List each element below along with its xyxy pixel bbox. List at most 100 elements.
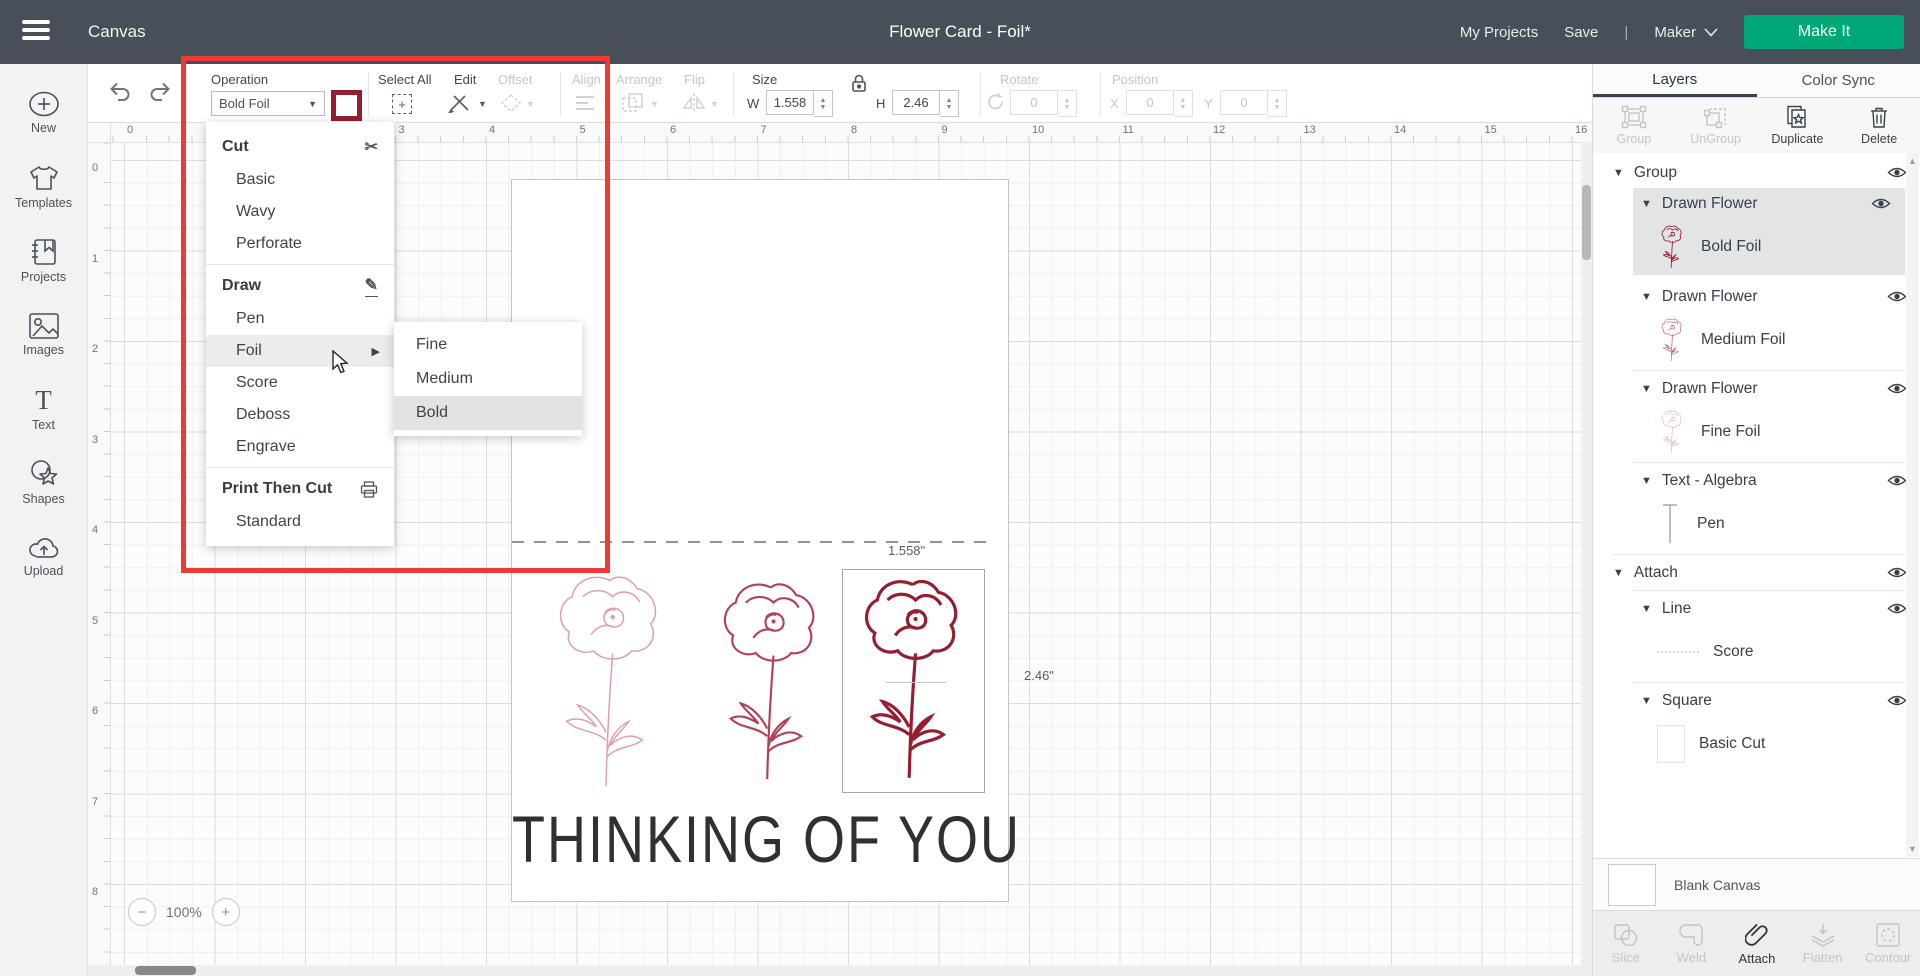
- collapse-caret-icon[interactable]: ▼: [1641, 603, 1652, 615]
- undo-icon[interactable]: [106, 79, 134, 103]
- menu-item-basic[interactable]: Basic: [206, 164, 394, 196]
- layer-line-row[interactable]: ▼ Line: [1593, 593, 1920, 624]
- layer-group-row[interactable]: ▼ Group: [1593, 157, 1920, 188]
- sidebar-item-projects[interactable]: Projects: [0, 224, 88, 298]
- sidebar-item-label: Projects: [21, 270, 66, 284]
- sidebar-item-text[interactable]: T Text: [0, 372, 88, 446]
- header: Canvas Flower Card - Foil* My Projects S…: [0, 0, 1920, 64]
- ruler-left: 012345678: [88, 122, 111, 976]
- layer-drawn-flower-row[interactable]: ▼ Drawn Flower: [1593, 373, 1920, 404]
- layer-item-basic-cut[interactable]: Basic Cut: [1593, 716, 1920, 772]
- edit-icon[interactable]: [448, 93, 474, 113]
- color-swatch[interactable]: [331, 90, 362, 121]
- machine-selector[interactable]: Maker: [1654, 24, 1718, 41]
- layer-item-score[interactable]: Score: [1593, 624, 1920, 680]
- flower-medium-foil[interactable]: [708, 567, 834, 797]
- layer-drawn-flower-row[interactable]: ▼ Drawn Flower: [1633, 188, 1905, 219]
- vertical-scrollbar[interactable]: [1581, 142, 1592, 965]
- sidebar-item-images[interactable]: Images: [0, 298, 88, 372]
- select-all-icon[interactable]: +: [392, 94, 412, 114]
- menu-item-foil[interactable]: Foil ▶: [206, 335, 394, 367]
- width-stepper[interactable]: ▲▼: [814, 90, 833, 117]
- save-link[interactable]: Save: [1564, 24, 1598, 41]
- make-it-button[interactable]: Make It: [1744, 15, 1904, 49]
- menu-item-pen[interactable]: Pen: [206, 303, 394, 335]
- visibility-eye-icon[interactable]: [1871, 197, 1891, 210]
- collapse-caret-icon[interactable]: ▼: [1641, 475, 1652, 487]
- hamburger-menu-icon[interactable]: [22, 20, 50, 42]
- visibility-eye-icon[interactable]: [1887, 382, 1907, 395]
- layer-item-medium-foil[interactable]: Medium Foil: [1593, 312, 1920, 368]
- card-artboard[interactable]: THINKING OF YOU: [511, 179, 1009, 902]
- operation-select[interactable]: Bold Foil ▼: [211, 91, 325, 116]
- menu-item-engrave[interactable]: Engrave: [206, 431, 394, 463]
- vertical-scrollbar-thumb[interactable]: [1582, 185, 1591, 260]
- menu-item-wavy[interactable]: Wavy: [206, 196, 394, 228]
- visibility-eye-icon[interactable]: [1887, 694, 1907, 707]
- layer-text-algebra-row[interactable]: ▼ Text - Algebra: [1593, 465, 1920, 496]
- sidebar-item-upload[interactable]: Upload: [0, 520, 88, 594]
- card-sentiment-text[interactable]: THINKING OF YOU: [512, 802, 1008, 878]
- visibility-eye-icon[interactable]: [1887, 602, 1907, 615]
- collapse-caret-icon[interactable]: ▼: [1641, 695, 1652, 707]
- collapse-caret-icon[interactable]: ▼: [1613, 567, 1624, 579]
- width-input[interactable]: [766, 90, 814, 115]
- layer-drawn-flower-row[interactable]: ▼ Drawn Flower: [1593, 281, 1920, 312]
- tab-layers[interactable]: Layers: [1593, 64, 1757, 97]
- zoom-out-button[interactable]: −: [128, 898, 156, 926]
- layer-actions: Group UnGroup Duplicate Delete: [1593, 98, 1920, 154]
- zoom-in-button[interactable]: +: [212, 898, 240, 926]
- size-lock-icon[interactable]: [848, 72, 870, 94]
- visibility-eye-icon[interactable]: [1887, 474, 1907, 487]
- collapse-caret-icon[interactable]: ▼: [1641, 291, 1652, 303]
- selection-bounding-box[interactable]: [842, 569, 985, 793]
- layer-item-fine-foil[interactable]: Fine Foil: [1593, 404, 1920, 460]
- submenu-item-bold[interactable]: Bold: [394, 396, 582, 430]
- submenu-item-fine[interactable]: Fine: [394, 328, 582, 362]
- menu-item-perforate[interactable]: Perforate: [206, 228, 394, 260]
- selection-width-label: 1.558": [888, 543, 925, 558]
- layer-attach-row[interactable]: ▼ Attach: [1593, 557, 1920, 588]
- square-thumbnail: [1657, 725, 1685, 763]
- collapse-caret-icon[interactable]: ▼: [1641, 198, 1652, 210]
- duplicate-button[interactable]: Duplicate: [1757, 98, 1839, 153]
- sidebar-item-templates[interactable]: Templates: [0, 150, 88, 224]
- redo-icon[interactable]: [146, 79, 174, 103]
- layer-item-bold-foil[interactable]: Bold Foil: [1633, 219, 1905, 275]
- blank-canvas-swatch[interactable]: [1608, 864, 1656, 906]
- ruler-left-number: 6: [92, 705, 98, 717]
- height-stepper[interactable]: ▲▼: [940, 90, 959, 117]
- new-icon: [28, 91, 60, 117]
- horizontal-scrollbar[interactable]: [88, 965, 1592, 976]
- ruler-left-number: 0: [92, 162, 98, 174]
- scroll-up-icon[interactable]: ▲: [1908, 156, 1917, 166]
- sidebar-item-shapes[interactable]: Shapes: [0, 446, 88, 520]
- visibility-eye-icon[interactable]: [1887, 566, 1907, 579]
- sidebar-item-new[interactable]: New: [0, 76, 88, 150]
- height-input[interactable]: [892, 90, 940, 115]
- layer-square-row[interactable]: ▼ Square: [1593, 685, 1920, 716]
- scroll-down-icon[interactable]: ▼: [1908, 844, 1917, 854]
- flower-fine-foil[interactable]: [540, 567, 680, 797]
- ruler-left-number: 3: [92, 434, 98, 446]
- layer-item-pen[interactable]: Pen: [1593, 496, 1920, 552]
- attach-button[interactable]: Attach: [1724, 911, 1790, 976]
- menu-item-score[interactable]: Score: [206, 367, 394, 399]
- horizontal-scrollbar-thumb[interactable]: [135, 966, 196, 975]
- nav-canvas-label[interactable]: Canvas: [88, 0, 146, 64]
- tab-color-sync[interactable]: Color Sync: [1757, 64, 1920, 97]
- collapse-caret-icon[interactable]: ▼: [1613, 167, 1624, 179]
- layers-scrollbar[interactable]: ▲ ▼: [1906, 153, 1919, 857]
- collapse-caret-icon[interactable]: ▼: [1641, 383, 1652, 395]
- delete-button[interactable]: Delete: [1838, 98, 1920, 153]
- menu-item-standard[interactable]: Standard: [206, 506, 394, 538]
- visibility-eye-icon[interactable]: [1887, 166, 1907, 179]
- position-y-label: Y: [1204, 96, 1213, 111]
- rotate-stepper: ▲▼: [1058, 90, 1077, 117]
- my-projects-link[interactable]: My Projects: [1460, 24, 1538, 41]
- visibility-eye-icon[interactable]: [1887, 290, 1907, 303]
- submenu-item-medium[interactable]: Medium: [394, 362, 582, 396]
- flower-bold-foil[interactable]: [847, 572, 979, 788]
- menu-item-deboss[interactable]: Deboss: [206, 399, 394, 431]
- mouse-cursor: [332, 350, 349, 374]
